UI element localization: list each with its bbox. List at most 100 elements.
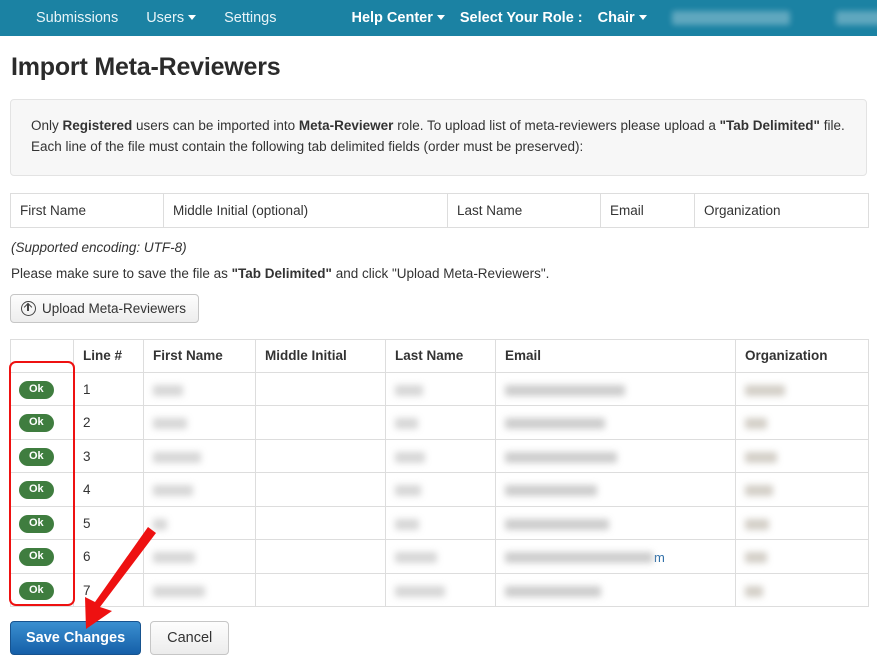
status-badge: Ok	[19, 514, 54, 533]
status-badge: Ok	[19, 447, 54, 466]
table-row: Ok 3	[10, 438, 869, 474]
redacted-value	[505, 418, 605, 430]
status-badge: Ok	[19, 548, 54, 567]
row-last-name	[385, 371, 496, 407]
row-line-number: 5	[73, 505, 144, 541]
top-navigation-bar: Submissions Users Settings Help Center S…	[0, 0, 877, 36]
page-title: Import Meta-Reviewers	[11, 53, 281, 81]
redacted-value	[745, 518, 769, 530]
row-email	[495, 472, 736, 507]
table-row: Ok 7	[10, 572, 869, 608]
instructions-text-tab-delimited: "Tab Delimited"	[719, 118, 820, 133]
redacted-value	[745, 418, 767, 430]
row-last-name	[385, 472, 496, 507]
upload-circle-arrow-icon	[21, 300, 36, 316]
table-row: Ok 5	[10, 505, 869, 541]
format-col-last-name: Last Name	[447, 192, 601, 228]
status-badge: Ok	[19, 581, 54, 600]
row-line-number: 6	[73, 539, 144, 574]
row-last-name	[385, 572, 496, 608]
header-middle-initial: Middle Initial	[255, 338, 386, 373]
row-first-name	[143, 505, 256, 541]
redacted-value	[505, 485, 597, 497]
redacted-value	[153, 451, 201, 463]
nav-item-settings[interactable]: Settings	[210, 0, 290, 36]
status-badge: Ok	[19, 414, 54, 433]
save-changes-button[interactable]: Save Changes	[10, 621, 142, 656]
save-note-c: and click "Upload Meta-Reviewers".	[331, 265, 550, 281]
row-email	[495, 371, 736, 407]
header-email: Email	[495, 338, 736, 373]
redacted-value	[395, 552, 437, 564]
row-organization	[735, 505, 869, 541]
redacted-value	[505, 384, 625, 396]
row-organization	[735, 539, 869, 574]
table-row: Ok 6 m	[10, 539, 869, 574]
nav-item-settings-label: Settings	[224, 10, 277, 26]
encoding-note: (Supported encoding: UTF-8)	[11, 239, 187, 255]
redacted-value	[395, 451, 425, 463]
chevron-down-icon	[638, 14, 647, 20]
upload-meta-reviewers-button[interactable]: Upload Meta-Reviewers	[10, 293, 200, 323]
nav-item-submissions[interactable]: Submissions	[22, 0, 132, 36]
upload-meta-reviewers-label: Upload Meta-Reviewers	[42, 300, 187, 316]
instructions-text-c: users can be imported into	[132, 118, 299, 133]
save-note-a: Please make sure to save the file as	[11, 265, 232, 281]
row-first-name	[143, 371, 256, 407]
header-status	[10, 338, 74, 373]
redacted-value	[745, 451, 777, 463]
row-middle-initial	[255, 438, 386, 474]
redacted-value	[505, 585, 601, 597]
redacted-value	[153, 485, 193, 497]
nav-item-users[interactable]: Users	[132, 0, 210, 36]
nav-item-role-chair[interactable]: Chair	[589, 0, 656, 36]
cancel-button[interactable]: Cancel	[150, 621, 230, 656]
row-line-number: 1	[73, 371, 144, 407]
redacted-value	[153, 384, 183, 396]
nav-item-help-center-label: Help Center	[351, 10, 433, 26]
status-badge: Ok	[19, 380, 54, 399]
row-status-cell: Ok	[10, 472, 74, 507]
row-status-cell: Ok	[10, 505, 74, 541]
chevron-down-icon	[188, 14, 197, 20]
nav-signout-redacted[interactable]	[835, 11, 877, 25]
redacted-value	[395, 518, 419, 530]
nav-user-name-redacted[interactable]	[671, 11, 790, 25]
row-status-cell: Ok	[10, 405, 74, 440]
header-last-name: Last Name	[385, 338, 496, 373]
chevron-down-icon	[436, 14, 445, 20]
table-header-row: Line # First Name Middle Initial Last Na…	[10, 338, 869, 373]
row-middle-initial	[255, 405, 386, 440]
row-line-number: 2	[73, 405, 144, 440]
save-note-tab-delimited: "Tab Delimited"	[231, 265, 332, 281]
row-email	[495, 405, 736, 440]
nav-item-help-center[interactable]: Help Center	[342, 0, 453, 36]
row-line-number: 3	[73, 438, 144, 474]
row-first-name	[143, 572, 256, 608]
row-middle-initial	[255, 539, 386, 574]
nav-right-group: Help Center Select Your Role : Chair	[342, 0, 877, 36]
row-middle-initial	[255, 472, 386, 507]
row-email	[495, 438, 736, 474]
redacted-value	[395, 384, 423, 396]
format-col-email: Email	[600, 192, 695, 228]
row-first-name	[143, 539, 256, 574]
redacted-value	[745, 485, 773, 497]
select-your-role-text: Select Your Role :	[459, 10, 583, 26]
row-status-cell: Ok	[10, 539, 74, 574]
instructions-text-registered: Registered	[62, 118, 133, 133]
header-first-name: First Name	[143, 338, 256, 373]
nav-item-role-chair-label: Chair	[597, 10, 635, 26]
email-visible-tail: m	[654, 549, 665, 565]
row-email	[495, 505, 736, 541]
row-organization	[735, 572, 869, 608]
select-your-role-label: Select Your Role :	[454, 0, 589, 36]
header-organization: Organization	[735, 338, 869, 373]
file-format-table: First Name Middle Initial (optional) Las…	[10, 192, 869, 228]
format-col-organization: Organization	[694, 192, 869, 228]
row-middle-initial	[255, 505, 386, 541]
redacted-value	[153, 418, 187, 430]
redacted-value	[505, 451, 617, 463]
row-email: m	[495, 539, 736, 574]
row-first-name	[143, 405, 256, 440]
